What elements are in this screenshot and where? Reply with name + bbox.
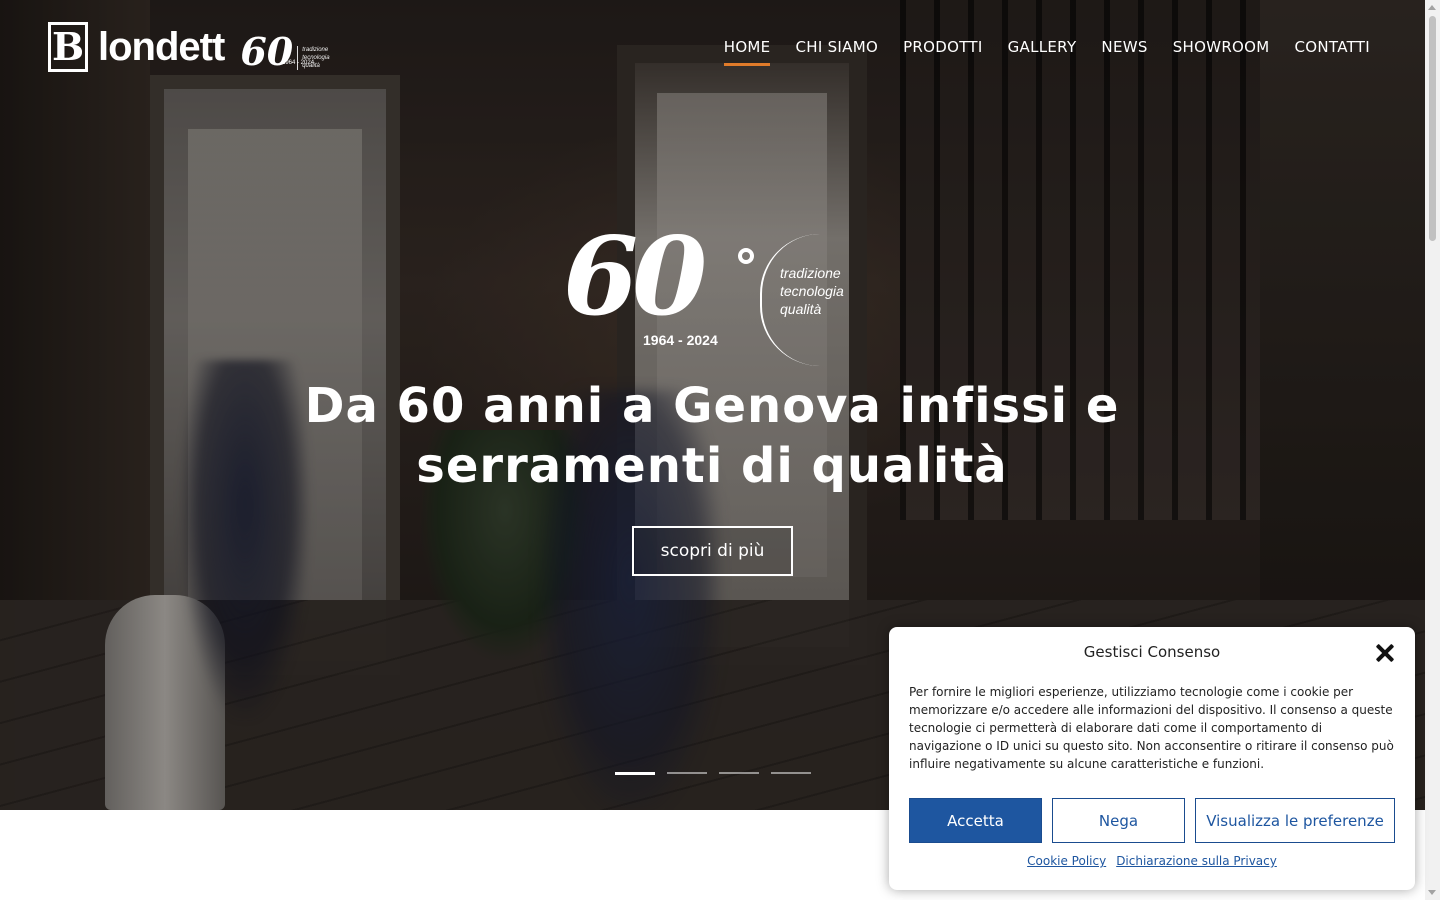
emblem-number: 60 (563, 214, 707, 340)
consent-title: Gestisci Consenso (1083, 643, 1221, 661)
logo-anniversary-number: 60 (240, 29, 294, 74)
nav-home[interactable]: HOME (723, 36, 771, 66)
hero-title-line-1: Da 60 anni a Genova infissi e (304, 378, 1120, 434)
discover-more-button[interactable]: scopri di più (632, 526, 793, 576)
cookie-policy-link[interactable]: Cookie Policy (1027, 854, 1106, 868)
logo-word-1: tradizione (302, 47, 329, 53)
slide-dot-3[interactable] (719, 772, 759, 774)
emblem-word-2: tecnologia (780, 283, 844, 299)
emblem-degree-symbol (738, 248, 754, 264)
emblem-word-3: qualità (780, 301, 822, 317)
scroll-down-arrow-icon[interactable] (1428, 890, 1436, 895)
slide-dot-2[interactable] (667, 772, 707, 774)
main-nav: HOME CHI SIAMO PRODOTTI GALLERY NEWS SHO… (699, 36, 1370, 66)
consent-message: Per fornire le migliori esperienze, util… (909, 685, 1394, 771)
consent-links: Cookie Policy Dichiarazione sulla Privac… (889, 854, 1415, 868)
nav-news[interactable]: NEWS (1101, 36, 1147, 66)
cookie-consent-dialog: Gestisci Consenso Per fornire le miglior… (889, 627, 1415, 890)
logo-anniversary-badge: 60 tradizione tecnologia qualità (240, 32, 329, 72)
emblem-words: tradizione tecnologia qualità (780, 264, 844, 318)
close-icon[interactable] (1375, 643, 1395, 663)
logo-anniversary-words: tradizione tecnologia qualità (297, 46, 330, 70)
view-preferences-button[interactable]: Visualizza le preferenze (1195, 798, 1395, 843)
consent-actions: Accetta Nega Visualizza le preferenze (909, 798, 1395, 843)
hero-title: Da 60 anni a Genova infissi e serramenti… (262, 376, 1162, 496)
emblem-years: 1964 - 2024 (643, 332, 718, 348)
emblem-word-1: tradizione (780, 265, 841, 281)
nav-contatti[interactable]: CONTATTI (1295, 36, 1370, 66)
logo-mark: B (48, 22, 88, 72)
accept-button[interactable]: Accetta (909, 798, 1042, 843)
anniversary-emblem: 60 1964 - 2024 tradizione tecnologia qua… (555, 222, 875, 368)
hero-title-line-2: serramenti di qualità (416, 438, 1008, 494)
logo-wordmark: londett (98, 25, 225, 69)
nav-gallery[interactable]: GALLERY (1008, 36, 1077, 66)
nav-showroom[interactable]: SHOWROOM (1173, 36, 1270, 66)
privacy-statement-link[interactable]: Dichiarazione sulla Privacy (1116, 854, 1277, 868)
scrollbar-thumb[interactable] (1429, 16, 1436, 241)
site-logo[interactable]: B londett 60 tradizione tecnologia quali… (48, 22, 330, 72)
nav-prodotti[interactable]: PRODOTTI (903, 36, 983, 66)
page-scrollbar[interactable] (1425, 0, 1440, 900)
nav-chi-siamo[interactable]: CHI SIAMO (795, 36, 878, 66)
deny-button[interactable]: Nega (1052, 798, 1185, 843)
logo-anniversary-years: 1964 - 2024 (282, 60, 315, 66)
slider-pagination (615, 772, 811, 775)
slide-dot-1[interactable] (615, 772, 655, 775)
slide-dot-4[interactable] (771, 772, 811, 774)
scroll-up-arrow-icon[interactable] (1428, 5, 1436, 10)
